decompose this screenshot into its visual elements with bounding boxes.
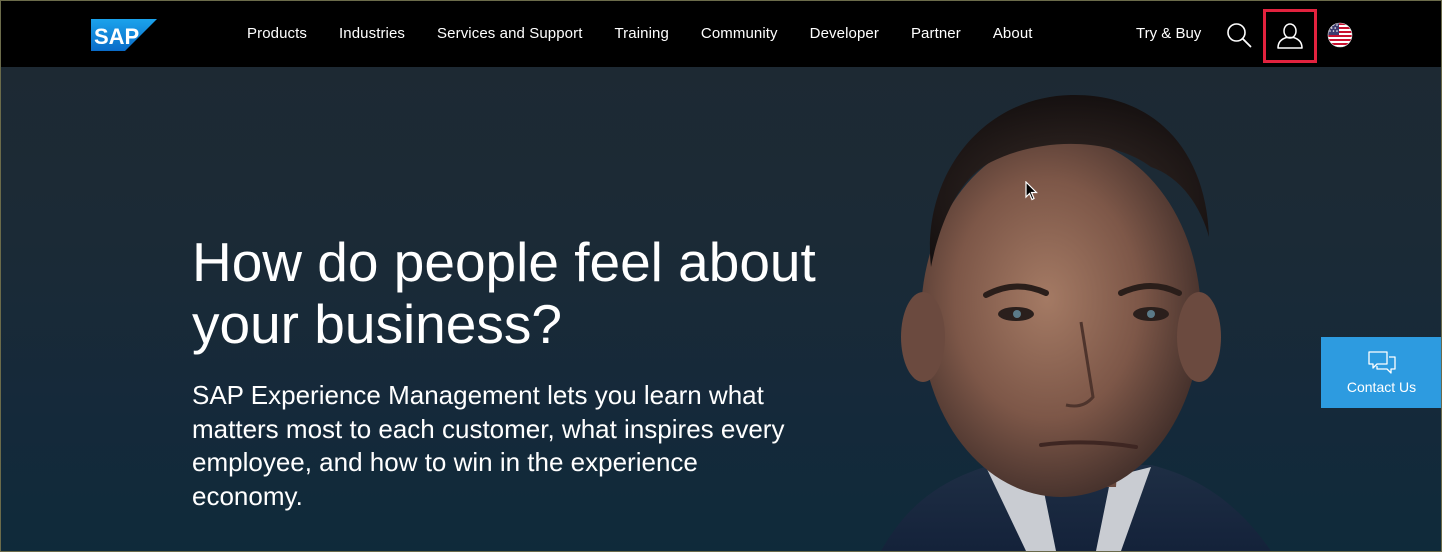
country-selector-button[interactable]	[1327, 22, 1353, 48]
hero-portrait-image	[821, 67, 1301, 551]
search-button[interactable]	[1225, 21, 1253, 49]
main-nav: Products Industries Services and Support…	[231, 1, 1049, 67]
browser-viewport: SAP Products Industries Services and Sup…	[0, 0, 1442, 552]
portrait-illustration	[881, 94, 1271, 551]
chat-bubbles-icon	[1367, 350, 1396, 374]
nav-item-industries: Industries	[323, 25, 421, 43]
try-and-buy-link[interactable]: Try & Buy	[1136, 25, 1201, 42]
nav-link-about[interactable]: About	[993, 25, 1033, 42]
nav-link-industries[interactable]: Industries	[339, 25, 405, 42]
mouse-cursor-icon	[1025, 181, 1038, 201]
user-account-button[interactable]	[1263, 9, 1317, 63]
nav-item-developer: Developer	[794, 25, 895, 43]
nav-item-services: Services and Support	[421, 25, 598, 43]
nav-link-products[interactable]: Products	[247, 25, 307, 42]
us-flag-icon	[1327, 22, 1353, 48]
hero-headline: How do people feel about your business?	[192, 231, 816, 355]
nav-link-training[interactable]: Training	[614, 25, 668, 42]
search-icon	[1227, 23, 1252, 48]
sap-logo-icon: SAP	[91, 19, 157, 51]
nav-link-services-and-support[interactable]: Services and Support	[437, 25, 582, 42]
hero-banner: How do people feel about your business? …	[1, 67, 1441, 551]
nav-item-about: About	[977, 25, 1049, 43]
contact-us-button[interactable]: Contact Us	[1321, 337, 1441, 408]
top-navigation: SAP Products Industries Services and Sup…	[1, 1, 1441, 67]
hero-description: SAP Experience Management lets you learn…	[192, 380, 785, 511]
nav-link-partner[interactable]: Partner	[911, 25, 961, 42]
nav-item-partner: Partner	[895, 25, 977, 43]
sap-logo[interactable]: SAP	[91, 19, 157, 51]
nav-item-products: Products	[231, 25, 323, 43]
svg-text:SAP: SAP	[94, 24, 139, 49]
nav-item-community: Community	[685, 25, 794, 43]
contact-us-label: Contact Us	[1346, 378, 1417, 395]
nav-item-training: Training	[598, 25, 684, 43]
nav-link-community[interactable]: Community	[701, 25, 778, 42]
user-icon	[1277, 23, 1303, 49]
nav-link-developer[interactable]: Developer	[810, 25, 879, 42]
